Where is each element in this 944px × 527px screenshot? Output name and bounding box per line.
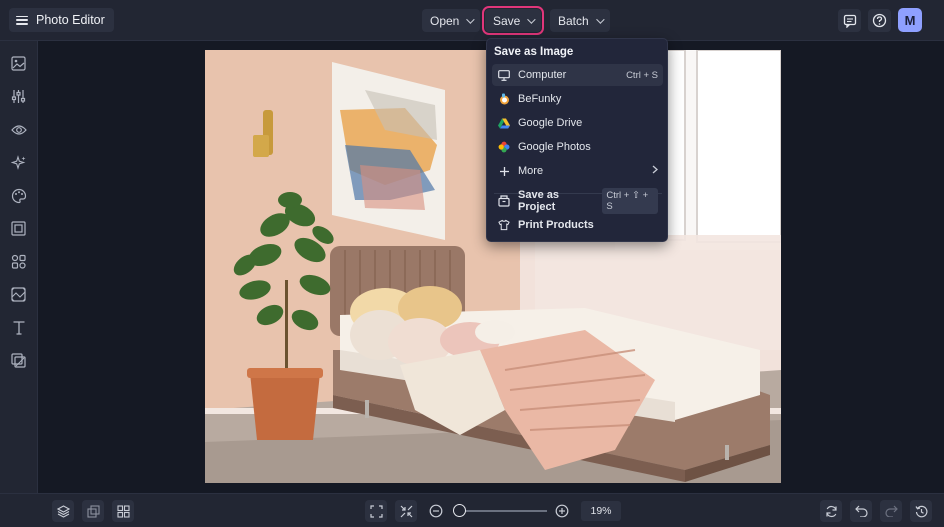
zoom-in-icon bbox=[555, 504, 569, 518]
top-bar: Photo Editor Open Save Batch M bbox=[0, 0, 944, 41]
save-to-befunky-item[interactable]: BeFunky bbox=[492, 88, 663, 110]
user-avatar[interactable]: M bbox=[898, 8, 922, 32]
undo-icon bbox=[854, 505, 868, 517]
keyboard-shortcut: Ctrl + S bbox=[626, 69, 658, 81]
app-title: Photo Editor bbox=[36, 13, 105, 27]
keyboard-shortcut: Ctrl + ⇧ + S bbox=[602, 188, 658, 214]
redo-button[interactable] bbox=[880, 500, 902, 522]
open-menu-button[interactable]: Open bbox=[422, 9, 481, 32]
save-dropdown-menu: Save as Image Computer Ctrl + S BeFunky … bbox=[486, 38, 668, 242]
more-destinations-item[interactable]: More bbox=[492, 160, 663, 182]
eye-icon[interactable] bbox=[10, 121, 27, 138]
layers-icon bbox=[56, 504, 70, 518]
compare-icon bbox=[86, 504, 100, 518]
save-as-image-heading: Save as Image bbox=[494, 46, 574, 58]
print-products-item[interactable]: Print Products bbox=[492, 214, 663, 236]
app-menu-button[interactable]: Photo Editor bbox=[9, 8, 114, 32]
tshirt-icon bbox=[498, 219, 510, 231]
expand-icon bbox=[369, 504, 383, 518]
save-to-computer-item[interactable]: Computer Ctrl + S bbox=[492, 64, 663, 86]
monitor-icon bbox=[498, 69, 510, 81]
grid-view-button[interactable] bbox=[112, 500, 134, 522]
tool-sidebar bbox=[0, 41, 38, 493]
save-as-project-item[interactable]: Save as Project Ctrl + ⇧ + S bbox=[492, 188, 663, 214]
hamburger-icon bbox=[16, 15, 28, 25]
save-to-google-photos-item[interactable]: Google Photos bbox=[492, 136, 663, 158]
history-icon bbox=[914, 505, 927, 517]
feedback-button[interactable] bbox=[838, 9, 861, 32]
image-manager-icon[interactable] bbox=[10, 55, 27, 72]
zoom-slider-handle[interactable] bbox=[453, 504, 466, 517]
layers-button[interactable] bbox=[52, 500, 74, 522]
grid-icon bbox=[116, 504, 130, 518]
frames-icon[interactable] bbox=[10, 220, 27, 237]
overlays-icon[interactable] bbox=[10, 286, 27, 303]
help-icon bbox=[872, 13, 887, 28]
help-button[interactable] bbox=[868, 9, 891, 32]
adjust-sliders-icon[interactable] bbox=[10, 88, 27, 105]
google-photos-icon bbox=[498, 141, 510, 153]
befunky-logo-icon bbox=[498, 93, 510, 105]
project-box-icon bbox=[498, 195, 510, 207]
refresh-button[interactable] bbox=[820, 500, 842, 522]
shrink-icon bbox=[400, 505, 412, 517]
textures-icon[interactable] bbox=[10, 352, 27, 369]
history-button[interactable] bbox=[910, 500, 932, 522]
zoom-slider-track[interactable] bbox=[459, 510, 547, 512]
chevron-right-icon bbox=[652, 165, 658, 177]
chevron-down-icon bbox=[466, 14, 476, 24]
compare-button[interactable] bbox=[82, 500, 104, 522]
graphics-icon[interactable] bbox=[10, 253, 27, 270]
effects-sparkle-icon[interactable] bbox=[10, 154, 27, 171]
save-menu-button[interactable]: Save bbox=[481, 6, 545, 35]
artsy-palette-icon[interactable] bbox=[10, 187, 27, 204]
plus-icon bbox=[498, 165, 510, 177]
photo-editor-app: Photo Editor Open Save Batch M Save as I… bbox=[0, 0, 944, 527]
zoom-out-icon bbox=[429, 504, 443, 518]
actual-size-button[interactable] bbox=[395, 500, 417, 522]
refresh-icon bbox=[825, 505, 837, 517]
chevron-down-icon bbox=[595, 14, 605, 24]
zoom-out-button[interactable] bbox=[429, 504, 443, 523]
bottom-bar: 19% bbox=[0, 493, 944, 527]
undo-button[interactable] bbox=[850, 500, 872, 522]
google-drive-icon bbox=[498, 117, 510, 129]
fit-to-screen-button[interactable] bbox=[365, 500, 387, 522]
text-icon[interactable] bbox=[10, 319, 27, 336]
zoom-in-button[interactable] bbox=[555, 504, 569, 523]
redo-icon bbox=[884, 505, 898, 517]
chevron-down-icon bbox=[527, 14, 537, 24]
batch-menu-button[interactable]: Batch bbox=[550, 9, 610, 32]
zoom-level-display[interactable]: 19% bbox=[581, 501, 621, 521]
chat-icon bbox=[843, 14, 856, 28]
save-to-google-drive-item[interactable]: Google Drive bbox=[492, 112, 663, 134]
